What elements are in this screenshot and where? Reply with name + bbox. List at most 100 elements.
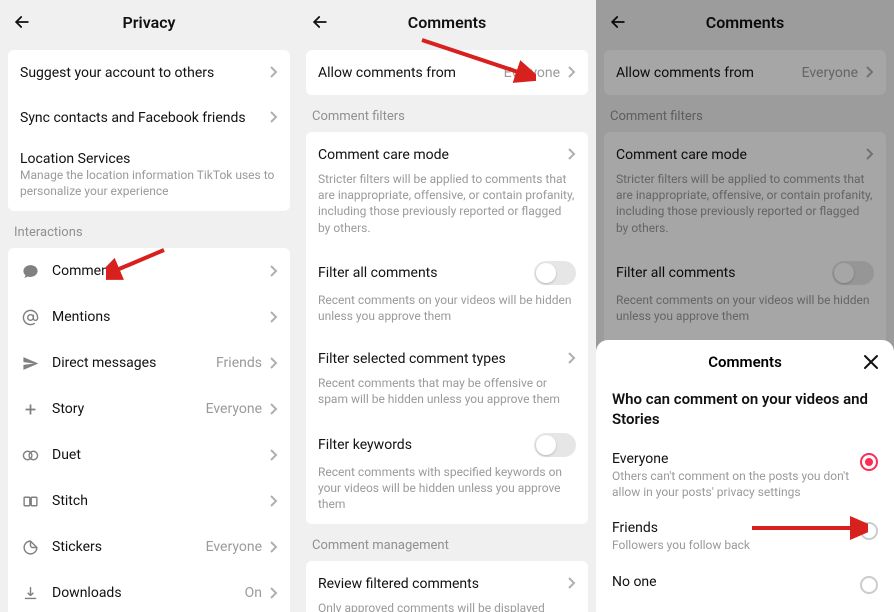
radio-button[interactable]: [860, 522, 878, 540]
care-mode-desc: Stricter filters will be applied to comm…: [604, 171, 886, 248]
row-label: Filter keywords: [318, 437, 534, 453]
filter-all-comments-row: Filter all comments: [604, 248, 886, 298]
close-button[interactable]: [860, 351, 882, 373]
row-label: Review filtered comments: [318, 576, 566, 592]
row-label: Comment care mode: [318, 147, 566, 163]
mgmt-card: Review filtered comments Only approved c…: [306, 561, 588, 612]
chevron-right-icon: [566, 574, 576, 593]
allow-card-dimmed: Allow comments from Everyone: [604, 50, 886, 95]
filter-keywords-toggle[interactable]: [534, 433, 576, 457]
comments-pane-sheet: Comments Allow comments from Everyone Co…: [596, 0, 894, 612]
arrow-left-icon: [608, 12, 628, 32]
filter-all-desc: Recent comments on your videos will be h…: [604, 292, 886, 336]
back-button[interactable]: [10, 10, 34, 34]
interaction-row-comments[interactable]: Comments: [8, 248, 290, 294]
page-title: Comments: [706, 13, 784, 32]
row-label: Location Services: [20, 151, 278, 167]
comments-header-dimmed: Comments: [596, 0, 894, 44]
sheet-header: Comments: [596, 340, 894, 384]
sheet-title: Comments: [708, 353, 782, 371]
back-button[interactable]: [308, 10, 332, 34]
stitch-icon: [20, 491, 40, 511]
chevron-right-icon: [268, 400, 278, 419]
row-value: Everyone: [504, 65, 560, 81]
option-desc: Others can't comment on the posts you do…: [612, 469, 850, 500]
option-desc: Followers you follow back: [612, 538, 850, 554]
location-desc: Manage the location information TikTok u…: [8, 167, 290, 211]
interaction-row-stitch[interactable]: Stitch: [8, 478, 290, 524]
filter-types-row[interactable]: Filter selected comment types: [306, 336, 588, 381]
filter-all-comments-row[interactable]: Filter all comments: [306, 248, 588, 298]
comments-header: Comments: [298, 0, 596, 44]
row-label: Filter selected comment types: [318, 351, 566, 367]
row-value: Everyone: [206, 539, 262, 555]
chevron-right-icon: [268, 492, 278, 511]
chevron-right-icon: [864, 63, 874, 82]
radio-button[interactable]: [860, 576, 878, 594]
interaction-row-duet[interactable]: Duet: [8, 432, 290, 478]
interaction-row-mentions[interactable]: Mentions: [8, 294, 290, 340]
comment-icon: [20, 261, 40, 281]
comment-management-header: Comment management: [298, 524, 596, 561]
row-label: Stitch: [52, 493, 268, 509]
comment-filters-header: Comment filters: [298, 95, 596, 132]
row-label: Mentions: [52, 309, 268, 325]
interactions-header: Interactions: [0, 211, 298, 248]
interaction-row-direct-messages[interactable]: Direct messagesFriends: [8, 340, 290, 386]
top-card: Suggest your account to others Sync cont…: [8, 50, 290, 211]
allow-card: Allow comments from Everyone: [306, 50, 588, 95]
comments-sheet: Comments Who can comment on your videos …: [596, 340, 894, 612]
chevron-right-icon: [268, 63, 278, 82]
suggest-account-row[interactable]: Suggest your account to others: [8, 50, 290, 95]
review-filtered-row[interactable]: Review filtered comments: [306, 561, 588, 606]
filter-all-toggle: [832, 261, 874, 285]
chevron-right-icon: [566, 63, 576, 82]
filter-all-desc: Recent comments on your videos will be h…: [306, 292, 588, 336]
comment-care-mode-row[interactable]: Comment care mode: [306, 132, 588, 177]
comment-filters-header: Comment filters: [596, 95, 894, 132]
option-no-one[interactable]: No one: [596, 564, 894, 604]
allow-comments-from-row[interactable]: Allow comments from Everyone: [306, 50, 588, 95]
chevron-right-icon: [268, 584, 278, 603]
interaction-row-stickers[interactable]: StickersEveryone: [8, 524, 290, 570]
privacy-header: Privacy: [0, 0, 298, 44]
row-label: Stickers: [52, 539, 206, 555]
care-mode-desc: Stricter filters will be applied to comm…: [306, 171, 588, 248]
chevron-right-icon: [268, 308, 278, 327]
option-friends[interactable]: FriendsFollowers you follow back: [596, 510, 894, 564]
filter-all-toggle[interactable]: [534, 261, 576, 285]
row-label: Filter all comments: [318, 265, 534, 281]
row-label: Downloads: [52, 585, 245, 601]
chevron-right-icon: [268, 354, 278, 373]
filter-keywords-desc: Recent comments with specified keywords …: [306, 464, 588, 525]
allow-comments-from-row: Allow comments from Everyone: [604, 50, 886, 95]
chevron-right-icon: [566, 349, 576, 368]
filters-card: Comment care mode Stricter filters will …: [306, 132, 588, 524]
row-label: Story: [52, 401, 206, 417]
filter-types-desc: Recent comments that may be offensive or…: [306, 375, 588, 419]
option-label: Everyone: [612, 451, 850, 467]
duet-icon: [20, 445, 40, 465]
sticker-icon: [20, 537, 40, 557]
page-title: Privacy: [123, 13, 176, 32]
chevron-right-icon: [566, 145, 576, 164]
option-everyone[interactable]: Everyone Others can't comment on the post…: [596, 441, 894, 510]
interaction-row-downloads[interactable]: DownloadsOn: [8, 570, 290, 612]
page-title: Comments: [408, 13, 486, 32]
row-label: Sync contacts and Facebook friends: [20, 110, 268, 126]
send-icon: [20, 353, 40, 373]
close-icon: [863, 354, 879, 370]
plus-icon: [20, 399, 40, 419]
radio-button[interactable]: [860, 453, 878, 471]
comment-care-mode-row: Comment care mode: [604, 132, 886, 177]
interaction-row-story[interactable]: StoryEveryone: [8, 386, 290, 432]
option-label: No one: [612, 574, 850, 590]
interactions-card: CommentsMentionsDirect messagesFriendsSt…: [8, 248, 290, 612]
row-label: Filter all comments: [616, 265, 832, 281]
row-value: Everyone: [206, 401, 262, 417]
filter-keywords-row[interactable]: Filter keywords: [306, 420, 588, 470]
sync-contacts-row[interactable]: Sync contacts and Facebook friends: [8, 95, 290, 140]
at-icon: [20, 307, 40, 327]
row-label: Allow comments from: [318, 65, 504, 81]
download-icon: [20, 583, 40, 603]
